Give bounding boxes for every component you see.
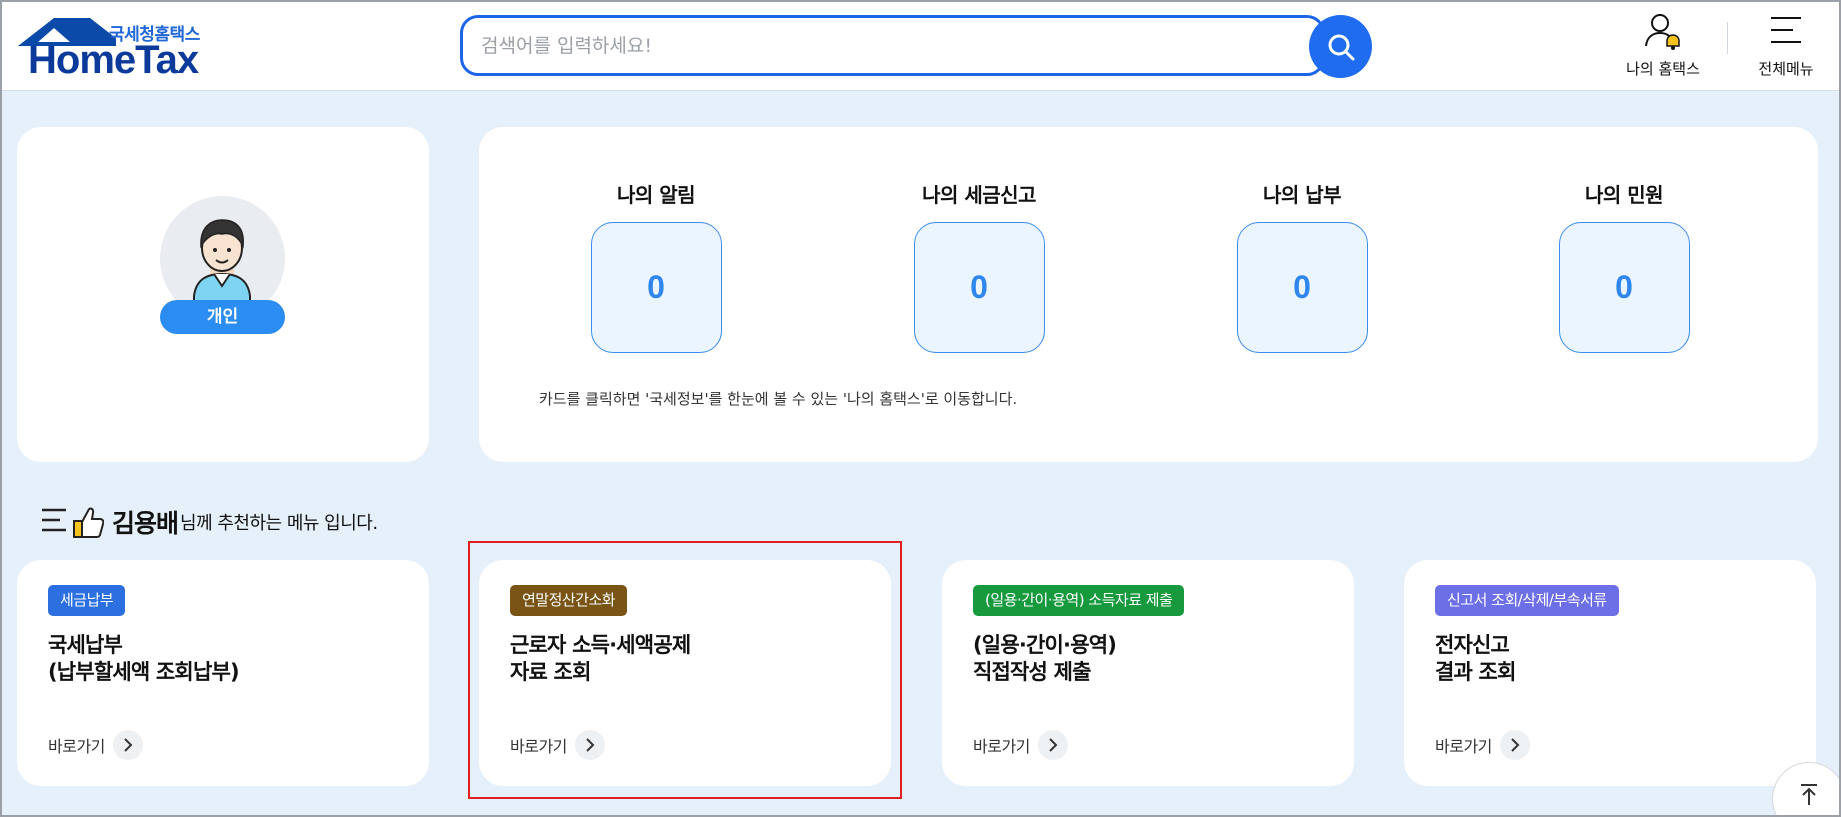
goto-label: 바로가기 bbox=[48, 737, 105, 756]
hamburger-menu-icon bbox=[1771, 17, 1801, 43]
goto-link[interactable]: 바로가기 bbox=[973, 730, 1068, 760]
search-input[interactable] bbox=[481, 32, 1261, 60]
recommend-heading: 김용배 님께 추천하는 메뉴 입니다. bbox=[42, 505, 378, 539]
stat-title: 나의 민원 bbox=[1584, 183, 1664, 207]
goto-link[interactable]: 바로가기 bbox=[510, 730, 605, 760]
status-card: 나의 알림 0 나의 세금신고 0 나의 납부 0 나의 민원 0 카드를 클릭… bbox=[479, 127, 1818, 462]
top-header: 국세청홈택스 HomeTax 나의 홈택스 전체메뉴 bbox=[0, 0, 1841, 91]
search-button[interactable] bbox=[1309, 15, 1372, 78]
menu-title: 전자신고 결과 조회 bbox=[1435, 633, 1516, 684]
stat-count[interactable]: 0 bbox=[590, 222, 722, 353]
menu-title: (일용·간이·용역) 직접작성 제출 bbox=[973, 633, 1117, 684]
header-divider bbox=[1727, 22, 1728, 54]
my-hometax-button[interactable]: 나의 홈택스 bbox=[1618, 12, 1708, 79]
menu-card-e-filing-result[interactable]: 신고서 조회/삭제/부속서류 전자신고 결과 조회 바로가기 bbox=[1404, 560, 1816, 786]
menu-tag: 연말정산간소화 bbox=[510, 585, 628, 616]
logo-text: HomeTax bbox=[28, 38, 199, 82]
profile-card[interactable]: 개인 bbox=[17, 127, 429, 462]
menu-card-year-end-settlement[interactable]: 연말정산간소화 근로자 소득·세액공제 자료 조회 바로가기 bbox=[479, 560, 891, 786]
stat-title: 나의 세금신고 bbox=[922, 183, 1036, 207]
menu-tag: (일용·간이·용역) 소득자료 제출 bbox=[973, 585, 1185, 616]
all-menu-button[interactable]: 전체메뉴 bbox=[1750, 12, 1822, 79]
menu-tag: 세금납부 bbox=[48, 585, 126, 616]
stat-count[interactable]: 0 bbox=[1236, 222, 1368, 353]
arrow-up-icon bbox=[1801, 784, 1817, 805]
recommend-suffix: 님께 추천하는 메뉴 입니다. bbox=[180, 513, 378, 534]
stat-title: 나의 납부 bbox=[1262, 183, 1342, 207]
menu-card-tax-payment[interactable]: 세금납부 국세납부 (납부할세액 조회납부) 바로가기 bbox=[17, 560, 429, 786]
goto-link[interactable]: 바로가기 bbox=[48, 730, 143, 760]
stat-title: 나의 알림 bbox=[616, 183, 696, 207]
stat-tax-filing[interactable]: 나의 세금신고 0 bbox=[879, 179, 1079, 353]
chevron-right-icon bbox=[1499, 730, 1530, 760]
menu-title: 근로자 소득·세액공제 자료 조회 bbox=[510, 633, 691, 684]
user-bell-icon bbox=[1645, 14, 1680, 50]
my-hometax-label: 나의 홈택스 bbox=[1626, 60, 1700, 78]
search-icon bbox=[1328, 34, 1354, 60]
hometax-logo[interactable]: 국세청홈택스 HomeTax bbox=[16, 16, 226, 82]
chevron-right-icon bbox=[1037, 730, 1068, 760]
stat-notifications[interactable]: 나의 알림 0 bbox=[556, 179, 756, 353]
menu-title: 국세납부 (납부할세액 조회납부) bbox=[48, 633, 240, 684]
thumbs-up-menu-icon bbox=[42, 507, 104, 538]
menu-tag: 신고서 조회/삭제/부속서류 bbox=[1435, 585, 1619, 616]
goto-label: 바로가기 bbox=[510, 737, 567, 756]
user-name: 김용배 bbox=[112, 509, 179, 538]
stat-payment[interactable]: 나의 납부 0 bbox=[1202, 179, 1402, 353]
all-menu-label: 전체메뉴 bbox=[1758, 60, 1814, 78]
chevron-right-icon bbox=[112, 730, 143, 760]
stat-count[interactable]: 0 bbox=[1558, 222, 1690, 353]
goto-label: 바로가기 bbox=[1435, 737, 1492, 756]
stat-civil-petition[interactable]: 나의 민원 0 bbox=[1524, 179, 1724, 353]
chevron-right-icon bbox=[574, 730, 605, 760]
menu-card-income-data-submit[interactable]: (일용·간이·용역) 소득자료 제출 (일용·간이·용역) 직접작성 제출 바로… bbox=[942, 560, 1354, 786]
status-hint-text: 카드를 클릭하면 '국세정보'를 한눈에 볼 수 있는 '나의 홈택스'로 이동… bbox=[539, 390, 1018, 408]
goto-link[interactable]: 바로가기 bbox=[1435, 730, 1530, 760]
user-type-badge: 개인 bbox=[160, 300, 285, 334]
goto-label: 바로가기 bbox=[973, 737, 1030, 756]
stat-count[interactable]: 0 bbox=[913, 222, 1045, 353]
search-bar bbox=[460, 15, 1325, 76]
